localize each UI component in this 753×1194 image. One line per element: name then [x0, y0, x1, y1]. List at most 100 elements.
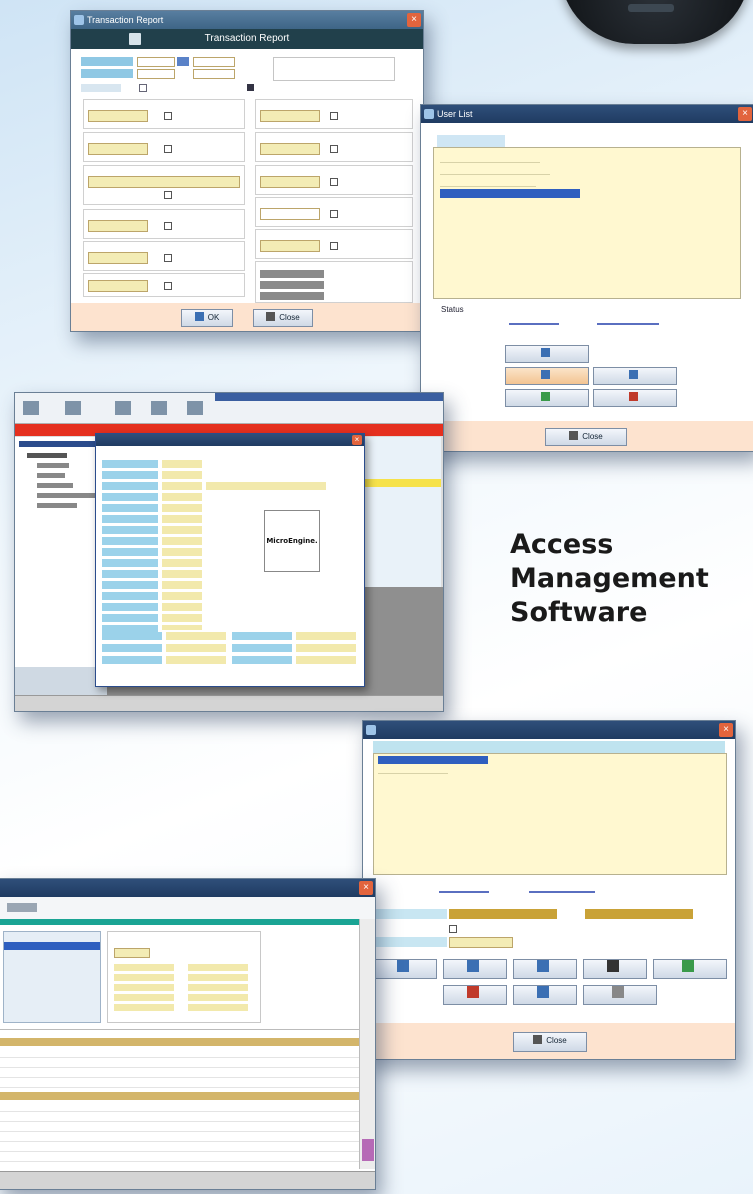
filter-checkbox[interactable]: [164, 254, 172, 262]
action-button[interactable]: [443, 959, 507, 979]
field-label: [373, 937, 447, 947]
ledger-info-panel: [107, 931, 261, 1023]
headline-line: Software: [510, 597, 648, 628]
report-type-check-icon[interactable]: [247, 84, 254, 91]
range-to-field[interactable]: [585, 909, 693, 919]
filter-checkbox[interactable]: [164, 112, 172, 120]
action-button[interactable]: [373, 959, 437, 979]
list-item[interactable]: [440, 178, 536, 187]
link-1[interactable]: [439, 891, 489, 893]
card-detail-dialog: × MicroEngine.: [95, 433, 365, 687]
select-field[interactable]: [449, 937, 513, 948]
range-from-field[interactable]: [449, 909, 557, 919]
filter-field[interactable]: [88, 176, 240, 188]
tree-node[interactable]: [37, 503, 77, 508]
transaction-report-window: Transaction Report × Transaction Report: [70, 10, 424, 332]
tree-node[interactable]: [27, 453, 67, 458]
list-item-selected[interactable]: [378, 756, 488, 764]
filter-checkbox[interactable]: [330, 112, 338, 120]
filter-area: [81, 57, 411, 92]
option-checkbox[interactable]: [449, 925, 457, 933]
ledger-scrollbar[interactable]: [359, 919, 375, 1169]
tree-node[interactable]: [37, 483, 73, 488]
action-button[interactable]: [653, 959, 727, 979]
lock-button[interactable]: [505, 389, 589, 407]
report-title: Transaction Report: [204, 33, 290, 44]
toolbar-icon[interactable]: [7, 903, 37, 912]
list-item[interactable]: [440, 166, 550, 175]
date-to-field[interactable]: [137, 69, 175, 79]
add-button[interactable]: [505, 345, 589, 363]
toolbar-icon[interactable]: [65, 401, 81, 415]
link-2[interactable]: [597, 323, 659, 325]
grid-group-header: [0, 1092, 359, 1100]
close-icon[interactable]: ×: [352, 435, 362, 445]
link-1[interactable]: [509, 323, 559, 325]
main-app-window: × MicroEngine.: [14, 392, 444, 712]
list-item[interactable]: [378, 767, 448, 774]
ok-button[interactable]: OK: [181, 309, 233, 327]
time-to-field[interactable]: [193, 69, 235, 79]
filter-checkbox[interactable]: [330, 145, 338, 153]
user-list-window: User List × Status Close: [420, 104, 753, 452]
user-listbox[interactable]: [433, 147, 741, 299]
filter-field[interactable]: [260, 143, 320, 155]
close-icon[interactable]: ×: [359, 881, 373, 895]
filter-field[interactable]: [88, 280, 148, 292]
report-type-checkbox[interactable]: [139, 84, 147, 92]
filter-field[interactable]: [88, 252, 148, 264]
toolbar: [15, 393, 443, 424]
list-item-selected[interactable]: [4, 942, 100, 950]
action-button[interactable]: [443, 985, 507, 1005]
unlock-button[interactable]: [593, 367, 677, 385]
card-listbox[interactable]: [373, 753, 727, 875]
time-from-field[interactable]: [193, 57, 235, 67]
delete-button[interactable]: [593, 389, 677, 407]
list-item[interactable]: [440, 154, 540, 163]
toolbar-icon[interactable]: [23, 401, 39, 415]
toolbar-icon[interactable]: [187, 401, 203, 415]
grid-group-header: [0, 1038, 359, 1046]
filter-checkbox[interactable]: [164, 191, 172, 199]
tree-node[interactable]: [37, 463, 69, 468]
filter-field[interactable]: [88, 143, 148, 155]
filter-field[interactable]: [260, 240, 320, 252]
action-button[interactable]: [513, 985, 577, 1005]
tree-node[interactable]: [37, 493, 97, 498]
filter-bar: [260, 281, 324, 289]
close-button[interactable]: Close: [253, 309, 313, 327]
ledger-window: ×: [0, 878, 376, 1190]
scroll-thumb[interactable]: [362, 1139, 374, 1161]
filter-field[interactable]: [260, 208, 320, 220]
close-icon[interactable]: ×: [719, 723, 733, 737]
dialog-wide-field[interactable]: [206, 482, 326, 490]
link-2[interactable]: [529, 891, 595, 893]
action-button[interactable]: [513, 959, 577, 979]
printer-icon[interactable]: [129, 33, 141, 45]
date-from-dropdown[interactable]: [177, 57, 189, 66]
filter-field[interactable]: [88, 110, 148, 122]
action-button[interactable]: [583, 959, 647, 979]
toolbar-icon[interactable]: [115, 401, 131, 415]
close-icon[interactable]: ×: [407, 13, 421, 27]
action-button[interactable]: [583, 985, 657, 1005]
list-item-selected[interactable]: [440, 189, 580, 198]
filter-checkbox[interactable]: [164, 222, 172, 230]
filter-checkbox[interactable]: [330, 242, 338, 250]
filter-checkbox[interactable]: [330, 210, 338, 218]
tree-node[interactable]: [37, 473, 65, 478]
filter-checkbox[interactable]: [164, 282, 172, 290]
filter-field[interactable]: [88, 220, 148, 232]
close-button[interactable]: Close: [513, 1032, 587, 1052]
dialog-bottom-fields: [102, 632, 358, 668]
close-button[interactable]: Close: [545, 428, 627, 446]
filter-field[interactable]: [260, 110, 320, 122]
date-from-field[interactable]: [137, 57, 175, 67]
filter-checkbox[interactable]: [164, 145, 172, 153]
filter-field[interactable]: [260, 176, 320, 188]
user-list-footer: Close: [421, 421, 753, 451]
close-icon[interactable]: ×: [738, 107, 752, 121]
open-button[interactable]: [505, 367, 589, 385]
filter-checkbox[interactable]: [330, 178, 338, 186]
toolbar-icon[interactable]: [151, 401, 167, 415]
